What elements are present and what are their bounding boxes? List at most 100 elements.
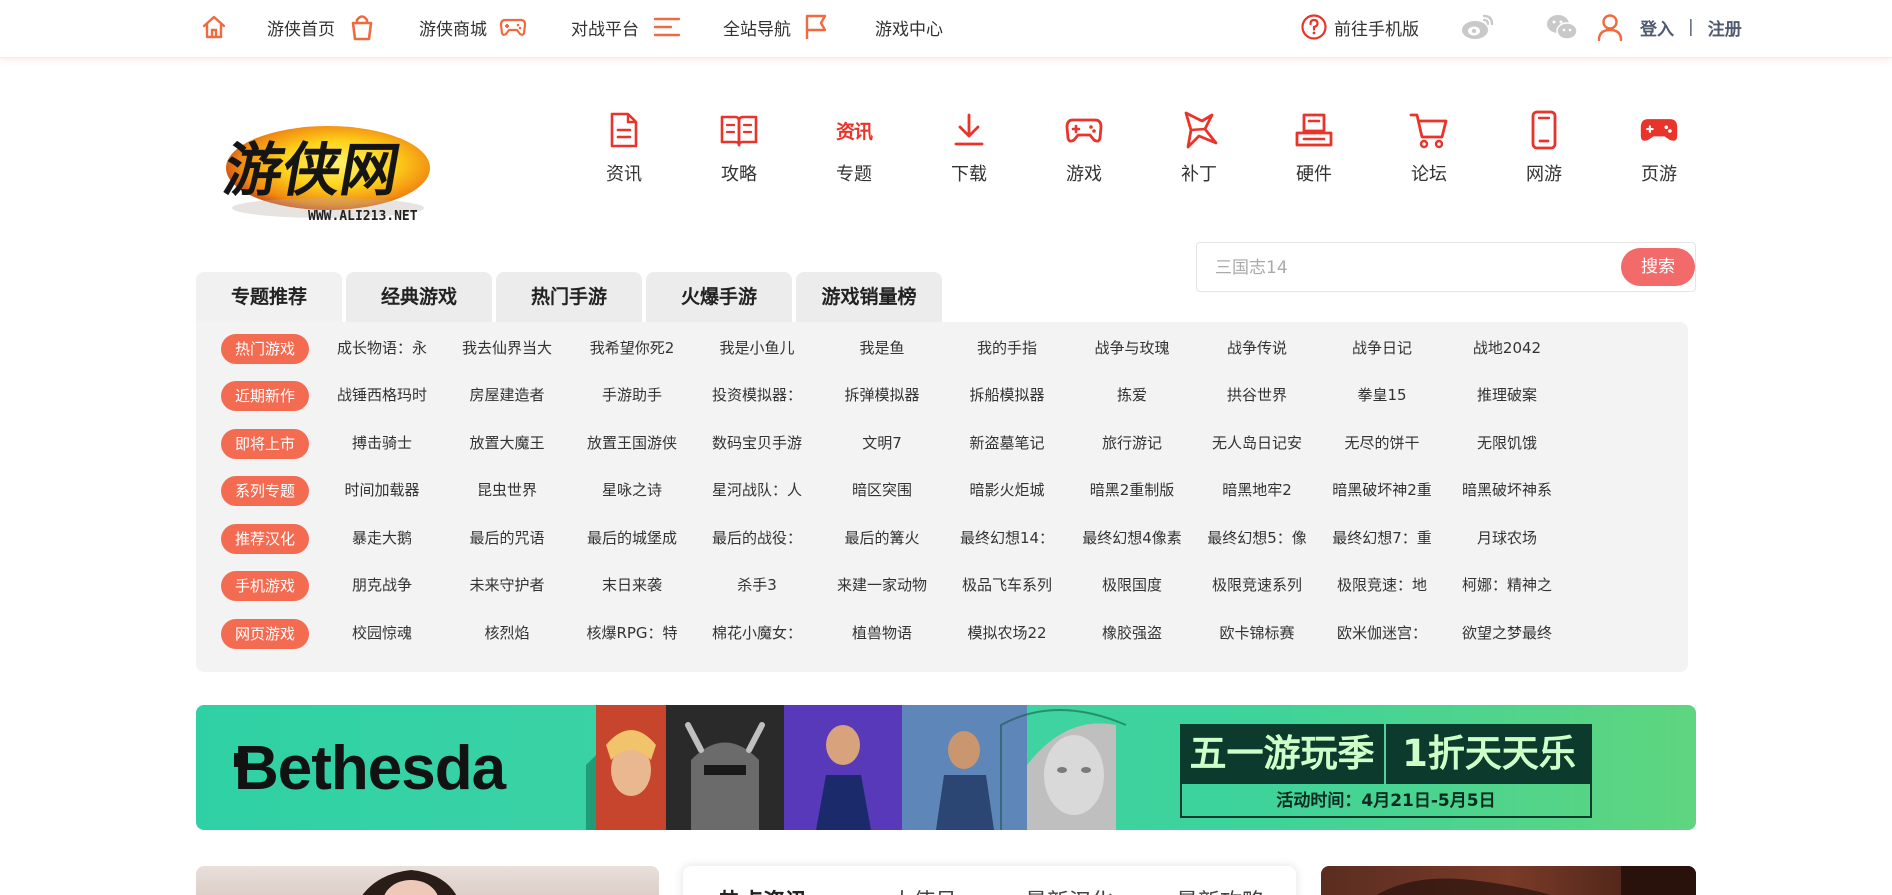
- game-link[interactable]: 放置大魔王: [445, 423, 569, 463]
- category-badge[interactable]: 热门游戏: [221, 334, 309, 364]
- home-link[interactable]: [200, 0, 228, 54]
- game-link[interactable]: 成长物语：永: [320, 328, 444, 368]
- game-link[interactable]: 战锤西格玛时: [320, 375, 444, 415]
- game-link[interactable]: 欲望之梦最终: [1445, 613, 1569, 653]
- game-link[interactable]: 最终幻想4像素: [1070, 518, 1194, 558]
- tab-hot-news[interactable]: 热点资讯: [719, 884, 807, 895]
- game-link[interactable]: 植兽物语: [820, 613, 944, 653]
- promo-banner[interactable]: Bethesda 五一游玩季 1折天天乐 活动时间：4月21日-5月5日: [196, 705, 1696, 830]
- tab-ambassador[interactable]: 大使号: [891, 884, 957, 895]
- game-link[interactable]: 文明7: [820, 423, 944, 463]
- game-link[interactable]: 暗黑破坏神系: [1445, 470, 1569, 510]
- game-link[interactable]: 欧米伽迷宫：: [1320, 613, 1444, 653]
- topbar-link-mall[interactable]: 游侠商城: [419, 0, 527, 54]
- game-link[interactable]: 无人岛日记安: [1195, 423, 1319, 463]
- game-link[interactable]: 星咏之诗: [570, 470, 694, 510]
- nav-item-topics[interactable]: 资讯 专题: [814, 106, 894, 188]
- nav-item-games[interactable]: 游戏: [1044, 106, 1124, 188]
- game-link[interactable]: 手游助手: [570, 375, 694, 415]
- game-link[interactable]: 我的手指: [945, 328, 1069, 368]
- game-link[interactable]: 核爆RPG：特: [570, 613, 694, 653]
- game-link[interactable]: 来建一家动物: [820, 565, 944, 605]
- game-link[interactable]: 旅行游记: [1070, 423, 1194, 463]
- game-link[interactable]: 最后的篝火: [820, 518, 944, 558]
- search-button[interactable]: 搜索: [1621, 248, 1695, 286]
- tab-latest-guides[interactable]: 最新攻略: [1176, 884, 1264, 895]
- register-link[interactable]: 注册: [1708, 15, 1742, 40]
- game-link[interactable]: 我希望你死2: [570, 328, 694, 368]
- nav-item-news[interactable]: 资讯: [584, 106, 664, 188]
- game-link[interactable]: 极限国度: [1070, 565, 1194, 605]
- game-link[interactable]: 战争传说: [1195, 328, 1319, 368]
- game-link[interactable]: 放置王国游侠: [570, 423, 694, 463]
- game-link[interactable]: 最终幻想14：: [945, 518, 1069, 558]
- game-link[interactable]: 末日来袭: [570, 565, 694, 605]
- game-link[interactable]: 暗区突围: [820, 470, 944, 510]
- game-link[interactable]: 拳皇15: [1320, 375, 1444, 415]
- game-link[interactable]: 棉花小魔女：: [695, 613, 819, 653]
- featured-image-right[interactable]: [1321, 866, 1696, 895]
- topbar-link-sitenav[interactable]: 全站导航: [723, 0, 829, 54]
- game-link[interactable]: 柯娜：精神之: [1445, 565, 1569, 605]
- game-link[interactable]: 昆虫世界: [445, 470, 569, 510]
- category-badge[interactable]: 网页游戏: [221, 619, 309, 649]
- nav-item-patches[interactable]: 补丁: [1159, 106, 1239, 188]
- game-link[interactable]: 推理破案: [1445, 375, 1569, 415]
- game-link[interactable]: 房屋建造者: [445, 375, 569, 415]
- game-link[interactable]: 搏击骑士: [320, 423, 444, 463]
- game-link[interactable]: 暗影火炬城: [945, 470, 1069, 510]
- category-badge[interactable]: 即将上市: [221, 429, 309, 459]
- nav-item-forum[interactable]: 论坛: [1389, 106, 1469, 188]
- game-link[interactable]: 橡胶强盗: [1070, 613, 1194, 653]
- tab-featured-topics[interactable]: 专题推荐: [196, 272, 342, 322]
- game-link[interactable]: 杀手3: [695, 565, 819, 605]
- site-logo[interactable]: 游侠网 WWW.ALI213.NET: [216, 120, 438, 228]
- game-link[interactable]: 核烈焰: [445, 613, 569, 653]
- game-link[interactable]: 时间加载器: [320, 470, 444, 510]
- topbar-link-home[interactable]: 游侠首页: [267, 0, 377, 54]
- game-link[interactable]: 暗黑地牢2: [1195, 470, 1319, 510]
- game-link[interactable]: 我是鱼: [820, 328, 944, 368]
- game-link[interactable]: 欧卡锦标赛: [1195, 613, 1319, 653]
- category-badge[interactable]: 手机游戏: [221, 571, 309, 601]
- game-link[interactable]: 拣爱: [1070, 375, 1194, 415]
- game-link[interactable]: 最终幻想7：重: [1320, 518, 1444, 558]
- game-link[interactable]: 未来守护者: [445, 565, 569, 605]
- wechat-button[interactable]: [1545, 0, 1579, 54]
- game-link[interactable]: 战争日记: [1320, 328, 1444, 368]
- game-link[interactable]: 最终幻想5：像: [1195, 518, 1319, 558]
- category-badge[interactable]: 系列专题: [221, 476, 309, 506]
- game-link[interactable]: 最后的战役：: [695, 518, 819, 558]
- mobile-version-link[interactable]: 前往手机版: [1300, 0, 1419, 54]
- game-link[interactable]: 数码宝贝手游: [695, 423, 819, 463]
- game-link[interactable]: 我是小鱼儿: [695, 328, 819, 368]
- nav-item-guides[interactable]: 攻略: [699, 106, 779, 188]
- game-link[interactable]: 极限竞速：地: [1320, 565, 1444, 605]
- login-link[interactable]: 登入: [1640, 15, 1674, 40]
- game-link[interactable]: 模拟农场22: [945, 613, 1069, 653]
- game-link[interactable]: 暴走大鹅: [320, 518, 444, 558]
- tab-classic-games[interactable]: 经典游戏: [346, 272, 492, 322]
- game-link[interactable]: 月球农场: [1445, 518, 1569, 558]
- game-link[interactable]: 最后的咒语: [445, 518, 569, 558]
- game-link[interactable]: 暗黑2重制版: [1070, 470, 1194, 510]
- tab-sales-ranking[interactable]: 游戏销量榜: [796, 272, 942, 322]
- game-link[interactable]: 拆船模拟器: [945, 375, 1069, 415]
- nav-item-hardware[interactable]: 硬件: [1274, 106, 1354, 188]
- nav-item-online-games[interactable]: 网游: [1504, 106, 1584, 188]
- game-link[interactable]: 新盗墓笔记: [945, 423, 1069, 463]
- game-link[interactable]: 战争与玫瑰: [1070, 328, 1194, 368]
- game-link[interactable]: 我去仙界当大: [445, 328, 569, 368]
- topbar-link-battle[interactable]: 对战平台: [571, 0, 681, 54]
- topbar-link-gamecenter[interactable]: 游戏中心: [875, 0, 943, 54]
- category-badge[interactable]: 近期新作: [221, 381, 309, 411]
- featured-image-left[interactable]: [196, 866, 659, 895]
- tab-latest-localization[interactable]: 最新汉化: [1025, 884, 1113, 895]
- game-link[interactable]: 暗黑破坏神2重: [1320, 470, 1444, 510]
- game-link[interactable]: 最后的城堡成: [570, 518, 694, 558]
- game-link[interactable]: 极品飞车系列: [945, 565, 1069, 605]
- game-link[interactable]: 星河战队：人: [695, 470, 819, 510]
- tab-hot-mobile[interactable]: 火爆手游: [646, 272, 792, 322]
- game-link[interactable]: 无限饥饿: [1445, 423, 1569, 463]
- game-link[interactable]: 战地2042: [1445, 328, 1569, 368]
